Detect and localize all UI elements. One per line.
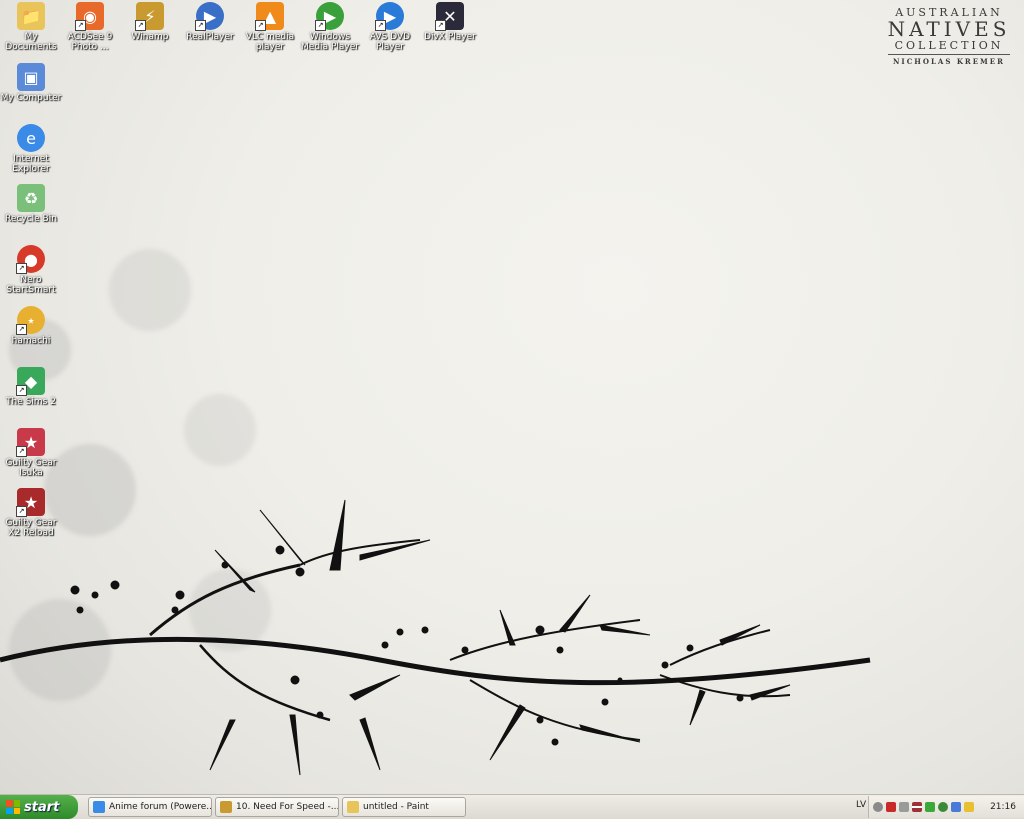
shortcut-arrow-icon: ↗	[315, 20, 326, 31]
branding-rule	[888, 54, 1010, 55]
shortcut-arrow-icon: ↗	[135, 20, 146, 31]
branding-line3: COLLECTION	[894, 39, 1004, 52]
shield-icon[interactable]	[964, 802, 974, 812]
guilty-gear-icon: ★ ↗	[16, 428, 45, 457]
desktop-icon-vlc[interactable]: ▲ ↗ VLC media player	[239, 2, 301, 52]
taskbar-button-winamp-track[interactable]: 10. Need For Speed -...	[215, 797, 339, 817]
desktop-icon-label: Nero StartSmart	[6, 275, 56, 295]
shortcut-arrow-icon: ↗	[375, 20, 386, 31]
task-label: untitled - Paint	[363, 802, 429, 812]
shortcut-arrow-icon: ↗	[16, 324, 27, 335]
recycle-bin-icon: ♻	[17, 184, 45, 212]
avs-dvd-icon: ▶ ↗	[375, 2, 404, 31]
divx-icon: ✕ ↗	[435, 2, 464, 31]
desktop-icon-label: AVS DVD Player	[369, 32, 411, 52]
desktop-icon-label: VLC media player	[245, 32, 295, 52]
task-label: Anime forum (Powere...	[109, 802, 212, 812]
vlc-cone-icon: ▲ ↗	[255, 2, 284, 31]
desktop-icon-windows-media-player[interactable]: ▶ ↗ Windows Media Player	[299, 2, 361, 52]
desktop-icon-label: Windows Media Player	[301, 32, 359, 52]
taskbar: start Anime forum (Powere... 10. Need Fo…	[0, 794, 1024, 819]
desktop-icon-label: The Sims 2	[6, 397, 56, 407]
acdsee-icon: ◉ ↗	[75, 2, 104, 31]
desktop-icon-label: ACDSee 9 Photo ...	[67, 32, 113, 52]
kaspersky-icon[interactable]	[886, 802, 896, 812]
msn-icon[interactable]	[925, 802, 935, 812]
wallpaper-branch-art	[0, 499, 871, 776]
desktop-icon-realplayer[interactable]: ▶ ↗ RealPlayer	[179, 2, 241, 42]
network-icon[interactable]	[951, 802, 961, 812]
clock[interactable]: 21:16	[990, 802, 1016, 812]
hamachi-icon: ⋆ ↗	[16, 306, 45, 335]
taskbar-button-anime-forum[interactable]: Anime forum (Powere...	[88, 797, 212, 817]
desktop-icon-hamachi[interactable]: ⋆ ↗ hamachi	[0, 306, 62, 346]
desktop-icon-label: RealPlayer	[186, 32, 234, 42]
shortcut-arrow-icon: ↗	[16, 446, 27, 457]
speaker-icon[interactable]	[899, 802, 909, 812]
wallpaper-branding: AUSTRALIAN NATIVES COLLECTION NICHOLAS K…	[884, 6, 1014, 66]
realplayer-icon: ▶ ↗	[195, 2, 224, 31]
start-label: start	[24, 799, 60, 815]
sync-icon[interactable]	[938, 802, 948, 812]
taskbar-button-paint[interactable]: untitled - Paint	[342, 797, 466, 817]
shortcut-arrow-icon: ↗	[195, 20, 206, 31]
winamp-icon: ⚡ ↗	[135, 2, 164, 31]
desktop-icon-nero-startsmart[interactable]: ● ↗ Nero StartSmart	[0, 245, 62, 295]
wmp-icon: ▶ ↗	[315, 2, 344, 31]
branding-line4: NICHOLAS KREMER	[893, 57, 1005, 66]
ie-icon	[93, 801, 105, 813]
desktop: AUSTRALIAN NATIVES COLLECTION NICHOLAS K…	[0, 0, 1024, 795]
guilty-gear-x2-icon: ★ ↗	[16, 488, 45, 517]
desktop-icon-avs-dvd-player[interactable]: ▶ ↗ AVS DVD Player	[359, 2, 421, 52]
desktop-icon-label: Recycle Bin	[5, 214, 57, 224]
shortcut-arrow-icon: ↗	[16, 506, 27, 517]
desktop-icon-guilty-gear-isuka[interactable]: ★ ↗ Guilty Gear Isuka	[0, 428, 62, 478]
desktop-icon-label: Guilty Gear X2 Reload	[5, 518, 57, 538]
folder-icon: 📁	[17, 2, 45, 30]
back-arrow-icon[interactable]	[873, 802, 883, 812]
language-indicator[interactable]: LV	[856, 800, 866, 810]
desktop-icon-the-sims-2[interactable]: ◆ ↗ The Sims 2	[0, 367, 62, 407]
shortcut-arrow-icon: ↗	[75, 20, 86, 31]
sims-icon: ◆ ↗	[16, 367, 45, 396]
winamp-icon	[220, 801, 232, 813]
desktop-icon-my-documents[interactable]: 📁 My Documents	[0, 2, 62, 52]
flag-lv-icon[interactable]	[912, 802, 922, 812]
desktop-icon-label: My Computer	[0, 93, 62, 103]
desktop-icon-internet-explorer[interactable]: e Internet Explorer	[0, 124, 62, 174]
shortcut-arrow-icon: ↗	[435, 20, 446, 31]
desktop-icon-my-computer[interactable]: ▣ My Computer	[0, 63, 62, 103]
computer-icon: ▣	[17, 63, 45, 91]
desktop-icon-label: DivX Player	[424, 32, 476, 42]
ie-icon: e	[17, 124, 45, 152]
shortcut-arrow-icon: ↗	[16, 385, 27, 396]
shortcut-arrow-icon: ↗	[255, 20, 266, 31]
system-tray: 21:16	[868, 796, 1024, 818]
desktop-icon-divx-player[interactable]: ✕ ↗ DivX Player	[419, 2, 481, 42]
task-label: 10. Need For Speed -...	[236, 802, 339, 812]
nero-icon: ● ↗	[16, 245, 45, 274]
desktop-icon-label: Internet Explorer	[12, 154, 50, 174]
desktop-icon-label: hamachi	[11, 336, 51, 346]
paint-icon	[347, 801, 359, 813]
desktop-icon-acdsee[interactable]: ◉ ↗ ACDSee 9 Photo ...	[59, 2, 121, 52]
start-button[interactable]: start	[0, 795, 78, 819]
shortcut-arrow-icon: ↗	[16, 263, 27, 274]
desktop-icon-label: Guilty Gear Isuka	[5, 458, 57, 478]
desktop-icon-label: Winamp	[131, 32, 169, 42]
branding-line2: NATIVES	[887, 17, 1011, 41]
desktop-icon-label: My Documents	[5, 32, 57, 52]
desktop-icon-recycle-bin[interactable]: ♻ Recycle Bin	[0, 184, 62, 224]
windows-logo-icon	[6, 800, 20, 814]
desktop-icon-guilty-gear-x2-reload[interactable]: ★ ↗ Guilty Gear X2 Reload	[0, 488, 62, 538]
desktop-icon-winamp[interactable]: ⚡ ↗ Winamp	[119, 2, 181, 42]
